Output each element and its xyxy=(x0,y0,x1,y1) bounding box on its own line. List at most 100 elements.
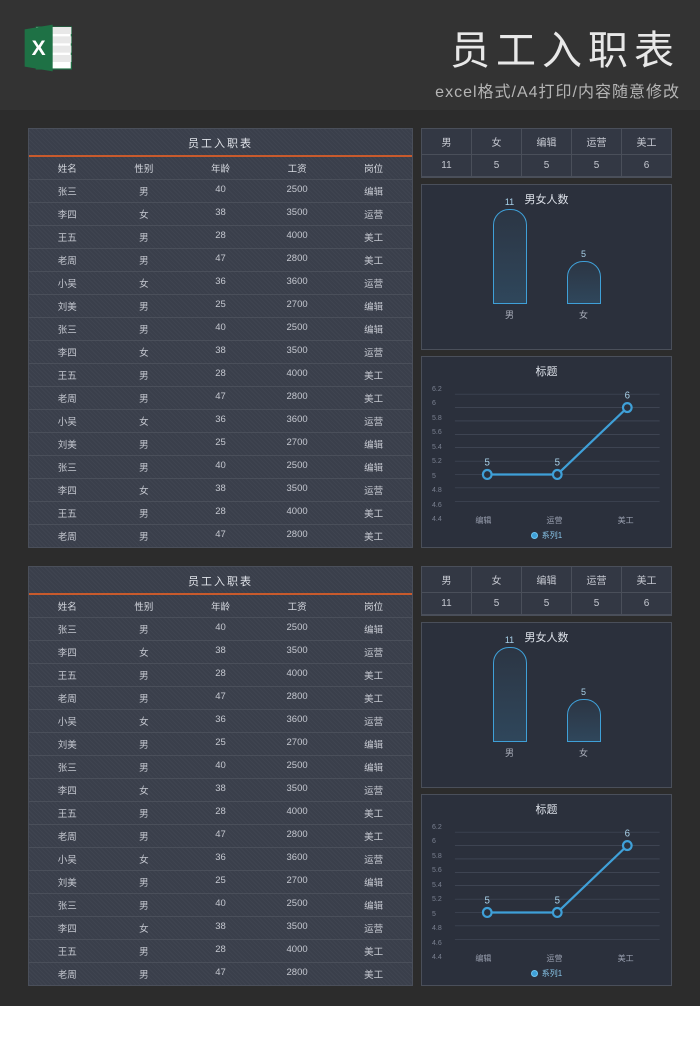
table-cell: 47 xyxy=(182,525,259,547)
table-cell: 编辑 xyxy=(335,733,412,755)
table-cell: 运营 xyxy=(335,641,412,663)
table-cell: 2800 xyxy=(259,249,336,271)
legend-dot-icon xyxy=(531,532,538,539)
table-row: 王五男284000美工 xyxy=(29,802,412,825)
bar-label: 男 xyxy=(505,746,514,759)
table-cell: 2500 xyxy=(259,618,336,640)
table-cell: 刘美 xyxy=(29,871,106,893)
table-cell: 女 xyxy=(106,917,183,939)
table-cell: 28 xyxy=(182,802,259,824)
table-cell: 4000 xyxy=(259,226,336,248)
table-cell: 运营 xyxy=(335,848,412,870)
table-row: 老周男472800美工 xyxy=(29,963,412,986)
bar-chart: 男女人数 11 男 5 女 xyxy=(421,184,672,350)
table-cell: 老周 xyxy=(29,825,106,847)
table-cell: 36 xyxy=(182,410,259,432)
table-cell: 28 xyxy=(182,664,259,686)
table-cell: 美工 xyxy=(335,940,412,962)
summary-head: 编辑 xyxy=(522,129,572,155)
table-cell: 女 xyxy=(106,641,183,663)
table-cell: 美工 xyxy=(335,364,412,386)
table-cell: 美工 xyxy=(335,249,412,271)
table-cell: 3500 xyxy=(259,479,336,501)
summary-val: 6 xyxy=(622,593,671,615)
table-cell: 运营 xyxy=(335,479,412,501)
table-cell: 男 xyxy=(106,295,183,317)
table-cell: 3600 xyxy=(259,410,336,432)
table-row: 李四女383500运营 xyxy=(29,641,412,664)
table-cell: 编辑 xyxy=(335,871,412,893)
table-cell: 李四 xyxy=(29,479,106,501)
table-cell: 老周 xyxy=(29,687,106,709)
table-cell: 2700 xyxy=(259,433,336,455)
summary-val: 5 xyxy=(522,593,572,615)
table-cell: 女 xyxy=(106,779,183,801)
table-cell: 编辑 xyxy=(335,894,412,916)
table-cell: 男 xyxy=(106,733,183,755)
table-cell: 38 xyxy=(182,641,259,663)
summary-val: 6 xyxy=(622,155,671,177)
table-cell: 王五 xyxy=(29,226,106,248)
table-cell: 男 xyxy=(106,963,183,985)
table-cell: 28 xyxy=(182,364,259,386)
table-cell: 刘美 xyxy=(29,733,106,755)
table-row: 老周男472800美工 xyxy=(29,825,412,848)
legend-dot-icon xyxy=(531,970,538,977)
table-cell: 美工 xyxy=(335,226,412,248)
col-head: 性别 xyxy=(106,595,183,617)
svg-text:X: X xyxy=(32,37,46,60)
table-title: 员工入职表 xyxy=(29,567,412,595)
bar-value: 11 xyxy=(505,635,514,645)
col-head: 姓名 xyxy=(29,595,106,617)
table-cell: 女 xyxy=(106,410,183,432)
table-cell: 3600 xyxy=(259,848,336,870)
col-head: 姓名 xyxy=(29,157,106,179)
table-cell: 李四 xyxy=(29,203,106,225)
summary-val: 5 xyxy=(472,155,522,177)
summary-head: 男 xyxy=(422,567,472,593)
svg-text:5: 5 xyxy=(485,895,491,906)
table-cell: 2500 xyxy=(259,318,336,340)
table-cell: 小吴 xyxy=(29,410,106,432)
line-chart: 标题 6.2 6 5.8 5.6 5.4 5.2 5 4.8 4.6 4.4 xyxy=(421,794,672,986)
table-cell: 男 xyxy=(106,226,183,248)
svg-text:5: 5 xyxy=(485,457,491,468)
summary-val: 11 xyxy=(422,155,472,177)
table-cell: 36 xyxy=(182,848,259,870)
table-cell: 老周 xyxy=(29,525,106,547)
table-cell: 运营 xyxy=(335,341,412,363)
table-cell: 4000 xyxy=(259,364,336,386)
table-cell: 男 xyxy=(106,825,183,847)
table-cell: 编辑 xyxy=(335,456,412,478)
table-cell: 3600 xyxy=(259,710,336,732)
table-cell: 36 xyxy=(182,710,259,732)
table-cell: 男 xyxy=(106,618,183,640)
table-cell: 美工 xyxy=(335,525,412,547)
table-cell: 40 xyxy=(182,318,259,340)
table-row: 张三男402500编辑 xyxy=(29,894,412,917)
svg-text:6: 6 xyxy=(625,828,631,839)
svg-text:6: 6 xyxy=(625,390,631,401)
table-row: 张三男402500编辑 xyxy=(29,456,412,479)
table-row: 王五男284000美工 xyxy=(29,664,412,687)
table-cell: 40 xyxy=(182,756,259,778)
bar-male xyxy=(493,647,527,742)
chart-title: 男女人数 xyxy=(525,191,569,207)
table-cell: 25 xyxy=(182,871,259,893)
bar-female xyxy=(567,699,601,742)
table-cell: 张三 xyxy=(29,618,106,640)
table-row: 老周男472800美工 xyxy=(29,387,412,410)
table-cell: 女 xyxy=(106,710,183,732)
bar-male xyxy=(493,209,527,304)
table-row: 小吴女363600运营 xyxy=(29,710,412,733)
table-cell: 美工 xyxy=(335,963,412,985)
table-row: 张三男402500编辑 xyxy=(29,756,412,779)
table-cell: 2800 xyxy=(259,687,336,709)
table-row: 李四女383500运营 xyxy=(29,779,412,802)
page-subtitle: excel格式/A4打印/内容随意修改 xyxy=(94,78,680,102)
summary-table: 男 女 编辑 运营 美工 11 5 5 5 6 xyxy=(421,566,672,616)
table-cell: 25 xyxy=(182,295,259,317)
table-cell: 47 xyxy=(182,249,259,271)
table-cell: 男 xyxy=(106,249,183,271)
page-header: X 员工入职表 excel格式/A4打印/内容随意修改 xyxy=(0,0,700,110)
